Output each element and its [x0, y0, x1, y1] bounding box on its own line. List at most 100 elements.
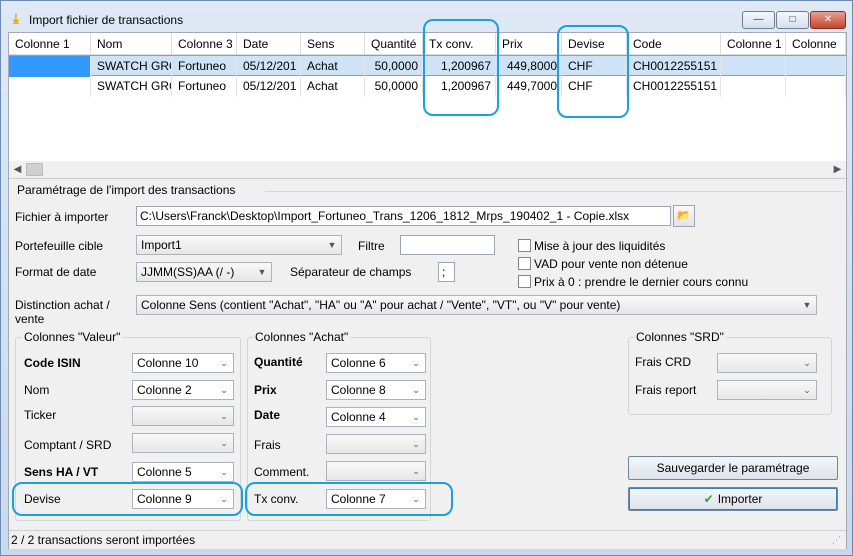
table-cell[interactable] — [721, 76, 786, 97]
highlight-devise-column — [557, 25, 629, 118]
filter-input[interactable] — [400, 235, 495, 255]
table-cell[interactable]: SWATCH GRO — [91, 76, 172, 97]
date-format-select[interactable]: JJMM(SS)AA (/ -) ▼ — [136, 262, 272, 282]
status-bar: 2 / 2 transactions seront importées ⋰ — [9, 530, 846, 549]
highlight-tx-conv-setting — [245, 482, 453, 516]
table-cell[interactable]: 50,0000 — [365, 76, 423, 97]
horizontal-scrollbar[interactable]: ◀ ▶ — [9, 161, 846, 178]
srd-select-frais-report[interactable]: ⌄ — [717, 380, 817, 400]
chevron-down-icon: ▼ — [257, 267, 267, 277]
table-cell[interactable] — [9, 76, 91, 97]
chevron-down-icon: ⌄ — [220, 467, 228, 477]
date-format-label: Format de date — [15, 265, 97, 279]
distinction-value: Colonne Sens (contient "Achat", "HA" ou … — [141, 298, 621, 312]
chevron-down-icon: ⌄ — [220, 358, 228, 368]
table-cell[interactable]: SWATCH GRO — [91, 56, 172, 77]
table-cell[interactable] — [9, 56, 91, 77]
valeur-select-sens[interactable]: Colonne 5 ⌄ — [132, 462, 234, 482]
table-cell[interactable]: 05/12/201 — [237, 76, 301, 97]
resize-grip-icon[interactable]: ⋰ — [832, 534, 844, 546]
chevron-down-icon: ⌄ — [412, 358, 420, 368]
maximize-button[interactable]: □ — [776, 11, 809, 29]
valeur-group-title: Colonnes "Valeur" — [22, 330, 123, 344]
chevron-down-icon: ⌄ — [803, 358, 811, 368]
portfolio-value: Import1 — [141, 238, 182, 252]
import-window: ⤓ Import fichier de transactions — □ ✕ C… — [0, 0, 853, 556]
chevron-down-icon: ⌄ — [220, 438, 228, 448]
table-cell[interactable] — [721, 56, 786, 77]
column-header[interactable]: Sens — [301, 33, 365, 55]
scroll-left-icon[interactable]: ◀ — [9, 161, 26, 178]
portfolio-select[interactable]: Import1 ▼ — [136, 235, 342, 255]
srd-select-frais-crd[interactable]: ⌄ — [717, 353, 817, 373]
column-header[interactable]: Prix — [496, 33, 562, 55]
select-value: Colonne 8 — [331, 383, 386, 397]
chevron-down-icon: ⌄ — [412, 439, 420, 449]
scrollbar-thumb[interactable] — [26, 163, 43, 176]
table-cell[interactable]: 50,0000 — [365, 56, 423, 77]
chevron-down-icon: ⌄ — [412, 466, 420, 476]
srd-group-title: Colonnes "SRD" — [634, 330, 726, 344]
chevron-down-icon: ▼ — [802, 300, 812, 310]
chevron-down-icon: ⌄ — [412, 385, 420, 395]
achat-select-prix[interactable]: Colonne 8 ⌄ — [326, 380, 426, 400]
distinction-label: Distinction achat / — [15, 298, 110, 312]
table-cell[interactable]: CH0012255151 — [627, 76, 721, 97]
table-cell[interactable]: 449,7000 — [496, 76, 562, 97]
distinction-select[interactable]: Colonne Sens (contient "Achat", "HA" ou … — [136, 295, 817, 315]
table-cell[interactable]: CH0012255151 — [627, 56, 721, 77]
open-folder-button[interactable]: 📂 — [673, 205, 695, 227]
minimize-button[interactable]: — — [742, 11, 775, 29]
table-cell[interactable] — [786, 76, 846, 97]
table-cell[interactable]: 449,8000 — [496, 56, 562, 77]
achat-label-date: Date — [254, 408, 281, 422]
price-zero-checkbox[interactable] — [518, 275, 531, 288]
select-value: Colonne 10 — [137, 356, 199, 370]
liquidity-checkbox[interactable] — [518, 239, 531, 252]
import-button[interactable]: ✔ Importer — [628, 487, 838, 511]
achat-label-comment: Comment. — [254, 465, 310, 479]
vad-checkbox[interactable] — [518, 257, 531, 270]
transactions-grid[interactable]: Colonne 1 Nom Colonne 3 Date Sens Quanti… — [9, 19, 846, 179]
portfolio-label: Portefeuille cible — [15, 239, 104, 253]
table-cell[interactable]: Achat — [301, 76, 365, 97]
column-header[interactable]: Code — [627, 33, 721, 55]
scroll-right-icon[interactable]: ▶ — [829, 161, 846, 178]
check-icon: ✔ — [703, 492, 714, 506]
close-button[interactable]: ✕ — [810, 11, 846, 29]
select-value: Colonne 6 — [331, 356, 386, 370]
column-header[interactable]: Colonne 3 — [172, 33, 237, 55]
valeur-select-isin[interactable]: Colonne 10 ⌄ — [132, 353, 234, 373]
valeur-label-ticker: Ticker — [24, 408, 57, 422]
folder-icon: 📂 — [677, 210, 691, 222]
table-cell[interactable]: Fortuneo — [172, 56, 237, 77]
table-cell[interactable]: Achat — [301, 56, 365, 77]
separator-input[interactable]: ; — [438, 262, 455, 282]
client-area: Colonne 1 Nom Colonne 3 Date Sens Quanti… — [8, 19, 847, 549]
column-header[interactable]: Colonne — [786, 33, 846, 55]
column-header[interactable]: Quantité — [365, 33, 423, 55]
valeur-select-ticker[interactable]: ⌄ — [132, 406, 234, 426]
column-header[interactable]: Date — [237, 33, 301, 55]
table-cell[interactable]: Fortuneo — [172, 76, 237, 97]
valeur-select-comptant[interactable]: ⌄ — [132, 433, 234, 453]
window-title: Import fichier de transactions — [29, 13, 184, 27]
select-value: Colonne 5 — [137, 465, 192, 479]
column-header[interactable]: Nom — [91, 33, 172, 55]
achat-select-date[interactable]: Colonne 4 ⌄ — [326, 407, 426, 427]
table-cell[interactable]: 05/12/201 — [237, 56, 301, 77]
file-path-field[interactable]: C:\Users\Franck\Desktop\Import_Fortuneo_… — [136, 206, 671, 226]
achat-select-frais[interactable]: ⌄ — [326, 434, 426, 454]
achat-select-quantite[interactable]: Colonne 6 ⌄ — [326, 353, 426, 373]
column-header[interactable]: Colonne 1 — [721, 33, 786, 55]
table-cell[interactable] — [786, 56, 846, 77]
divider — [265, 191, 843, 192]
filter-label: Filtre — [358, 239, 385, 253]
save-settings-button[interactable]: Sauvegarder le paramétrage — [628, 456, 838, 480]
achat-select-comment[interactable]: ⌄ — [326, 461, 426, 481]
column-header[interactable]: Colonne 1 — [9, 33, 91, 55]
date-format-value: JJMM(SS)AA (/ -) — [141, 265, 235, 279]
valeur-select-nom[interactable]: Colonne 2 ⌄ — [132, 380, 234, 400]
liquidity-label: Mise à jour des liquidités — [534, 239, 666, 253]
srd-group — [628, 337, 832, 415]
